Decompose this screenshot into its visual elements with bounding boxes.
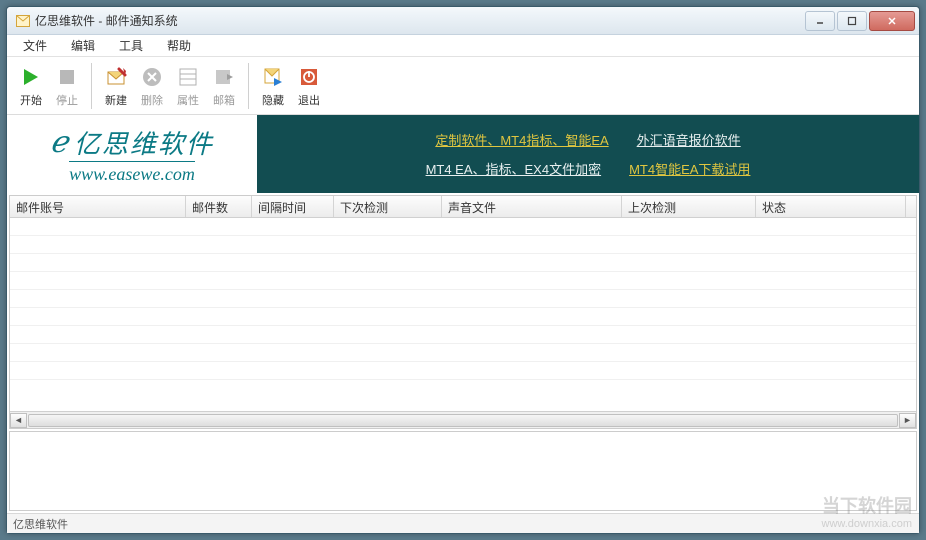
app-icon [15,13,31,29]
brand-block: ℯ 亿思维软件 www.easewe.com [7,115,257,193]
horizontal-scrollbar[interactable]: ◄ ► [10,411,916,428]
table-row[interactable] [10,326,916,344]
table-row[interactable] [10,236,916,254]
mailbox-button[interactable]: 邮箱 [206,62,242,110]
grid-header: 邮件账号邮件数间隔时间下次检测声音文件上次检测状态 [10,196,916,218]
hide-button[interactable]: 隐藏 [255,62,291,110]
menu-edit[interactable]: 编辑 [63,35,103,56]
table-row[interactable] [10,290,916,308]
hide-icon [260,64,286,90]
status-text: 亿思维软件 [13,516,68,532]
log-panel[interactable] [9,431,917,511]
banner-link-encrypt[interactable]: MT4 EA、指标、EX4文件加密 [426,159,602,178]
table-row[interactable] [10,254,916,272]
props-label: 属性 [177,92,199,108]
brand-cn: 亿思维软件 [74,124,214,161]
minimize-button[interactable] [805,11,835,31]
maximize-button[interactable] [837,11,867,31]
statusbar: 亿思维软件 [7,513,919,533]
delete-label: 删除 [141,92,163,108]
mailbox-label: 邮箱 [213,92,235,108]
table-row[interactable] [10,344,916,362]
grid-col-1[interactable]: 邮件数 [186,196,252,217]
exit-icon [296,64,322,90]
toolbar: 开始 停止 新建 删除 属性 邮箱 [7,57,919,115]
banner-link-custom[interactable]: 定制软件、MT4指标、智能EA [435,130,608,149]
grid-col-4[interactable]: 声音文件 [442,196,622,217]
banner: ℯ 亿思维软件 www.easewe.com 定制软件、MT4指标、智能EA 外… [7,115,919,193]
stop-icon [54,64,80,90]
new-button[interactable]: 新建 [98,62,134,110]
table-row[interactable] [10,218,916,236]
start-button[interactable]: 开始 [13,62,49,110]
stop-button[interactable]: 停止 [49,62,85,110]
grid-col-5[interactable]: 上次检测 [622,196,756,217]
close-button[interactable] [869,11,915,31]
scroll-left-icon[interactable]: ◄ [10,413,27,428]
grid-col-2[interactable]: 间隔时间 [252,196,334,217]
scroll-right-icon[interactable]: ► [899,413,916,428]
mailbox-icon [211,64,237,90]
stop-label: 停止 [56,92,78,108]
banner-link-download[interactable]: MT4智能EA下载试用 [629,159,750,178]
menubar: 文件 编辑 工具 帮助 [7,35,919,57]
banner-link-voice[interactable]: 外汇语音报价软件 [637,130,741,149]
menu-tools[interactable]: 工具 [111,35,151,56]
brand-mark-icon: ℯ [50,125,68,160]
exit-label: 退出 [298,92,320,108]
props-icon [175,64,201,90]
banner-links: 定制软件、MT4指标、智能EA 外汇语音报价软件 MT4 EA、指标、EX4文件… [257,115,919,193]
grid-col-3[interactable]: 下次检测 [334,196,442,217]
grid-col-0[interactable]: 邮件账号 [10,196,186,217]
new-label: 新建 [105,92,127,108]
brand-url: www.easewe.com [69,161,195,185]
window-title: 亿思维软件 - 邮件通知系统 [35,12,178,29]
exit-button[interactable]: 退出 [291,62,327,110]
play-icon [18,64,44,90]
start-label: 开始 [20,92,42,108]
titlebar[interactable]: 亿思维软件 - 邮件通知系统 [7,7,919,35]
scroll-thumb[interactable] [28,414,898,427]
table-row[interactable] [10,362,916,380]
new-icon [103,64,129,90]
table-row[interactable] [10,308,916,326]
app-window: 亿思维软件 - 邮件通知系统 文件 编辑 工具 帮助 开始 停止 [6,6,920,534]
menu-help[interactable]: 帮助 [159,35,199,56]
table-row[interactable] [10,272,916,290]
delete-button[interactable]: 删除 [134,62,170,110]
grid-body[interactable] [10,218,916,411]
delete-icon [139,64,165,90]
props-button[interactable]: 属性 [170,62,206,110]
hide-label: 隐藏 [262,92,284,108]
grid-panel: 邮件账号邮件数间隔时间下次检测声音文件上次检测状态 ◄ ► [9,195,917,429]
grid-col-6[interactable]: 状态 [756,196,906,217]
menu-file[interactable]: 文件 [15,35,55,56]
